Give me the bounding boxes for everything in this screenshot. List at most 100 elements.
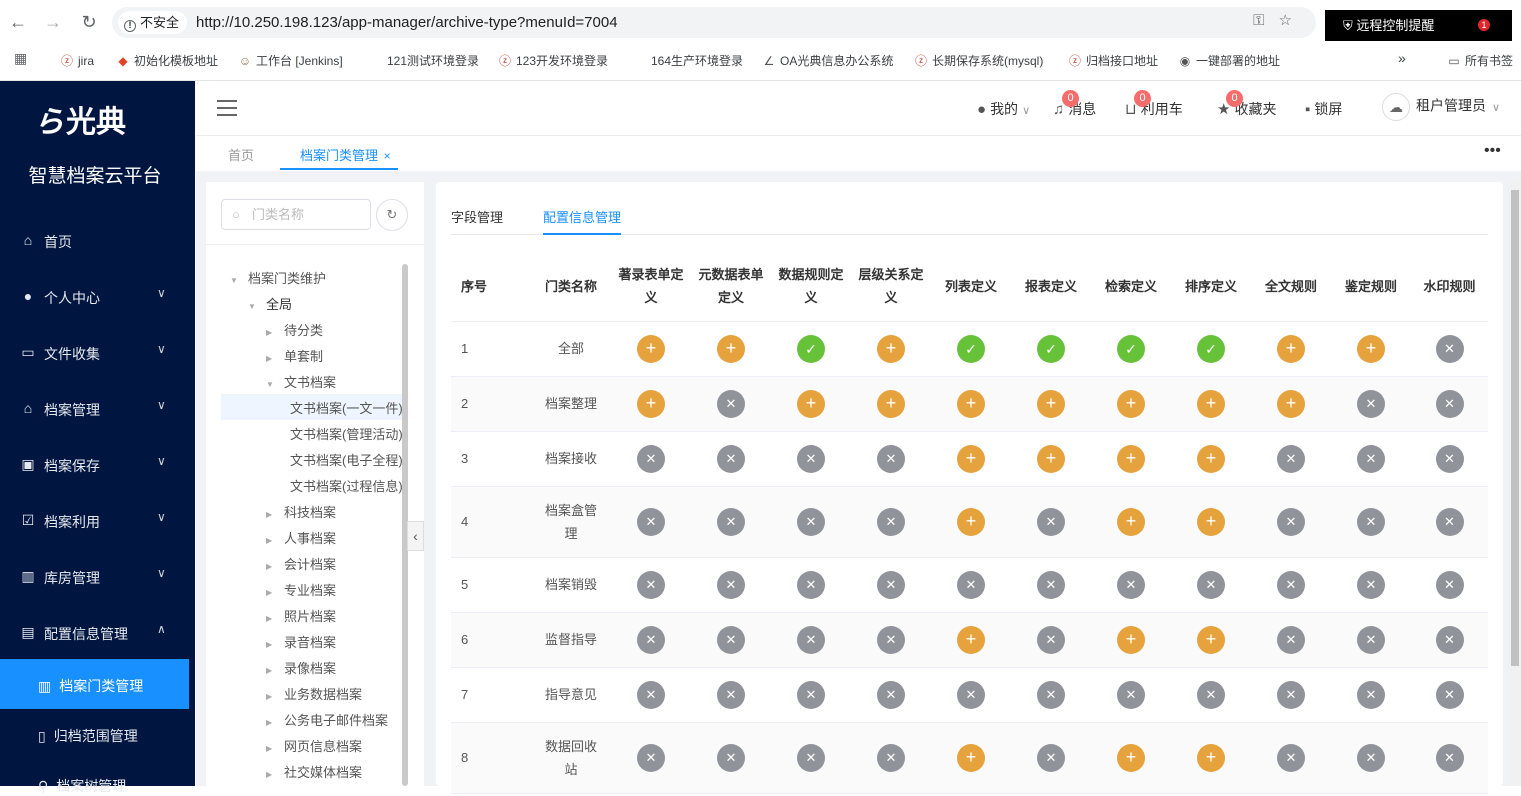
cross-icon[interactable]: ✕ (1435, 680, 1464, 709)
cross-icon[interactable]: ✕ (1037, 743, 1065, 772)
plus-icon[interactable]: + (877, 389, 905, 418)
bookmark-deploy[interactable]: ◉ 一键部署的地址 (1178, 52, 1280, 69)
tree-node[interactable]: ▶ 照片档案 (266, 606, 336, 625)
refresh-button[interactable]: ↻ (376, 199, 408, 231)
category-search-input[interactable]: ○ 门类名称 (221, 199, 371, 230)
cross-icon[interactable]: ✕ (1435, 743, 1464, 772)
hamburger-icon[interactable] (217, 100, 237, 116)
tree-node[interactable]: ▶ 社交媒体档案 (266, 762, 362, 781)
cross-icon[interactable]: ✕ (797, 743, 825, 772)
bookmark-164[interactable]: 164生产环境登录 (651, 52, 743, 69)
cross-icon[interactable]: ✕ (717, 507, 745, 536)
cross-icon[interactable]: ✕ (717, 389, 745, 418)
cross-icon[interactable]: ✕ (1117, 680, 1145, 709)
plus-icon[interactable]: + (1117, 507, 1145, 536)
tree-node[interactable]: ▼ 档案门类维护 (230, 268, 326, 287)
more-icon[interactable]: ••• (1484, 142, 1501, 160)
expand-arrow-icon[interactable]: ▶ (266, 536, 278, 545)
mine-menu[interactable]: ● 我的 ∨ (977, 99, 1030, 119)
cross-icon[interactable]: ✕ (957, 680, 985, 709)
plus-icon[interactable]: + (957, 507, 985, 536)
messages-button[interactable]: ♫ 0 消息 (1053, 90, 1096, 119)
plus-icon[interactable]: + (957, 625, 985, 654)
plus-icon[interactable]: + (1197, 743, 1225, 772)
cross-icon[interactable]: ✕ (1037, 680, 1065, 709)
tree-node[interactable]: 文书档案(一文一件) (284, 398, 402, 417)
cross-icon[interactable]: ✕ (797, 680, 825, 709)
address-bar[interactable]: ! 不安全 http://10.250.198.123/app-manager/a… (112, 7, 1316, 38)
tree-node[interactable]: 文书档案(过程信息) (284, 476, 402, 495)
cross-icon[interactable]: ✕ (877, 625, 905, 654)
expand-arrow-icon[interactable]: ▶ (266, 770, 278, 779)
plus-icon[interactable]: + (1037, 389, 1065, 418)
cross-icon[interactable]: ✕ (1037, 570, 1065, 599)
tree-node[interactable]: ▶ 网页信息档案 (266, 736, 362, 755)
cross-icon[interactable]: ✕ (717, 743, 745, 772)
forward-icon[interactable]: → (41, 10, 65, 34)
cross-icon[interactable]: ✕ (797, 625, 825, 654)
cross-icon[interactable]: ✕ (1357, 570, 1385, 599)
url-text[interactable]: http://10.250.198.123/app-manager/archiv… (196, 7, 618, 38)
expand-arrow-icon[interactable]: ▶ (266, 354, 278, 363)
cross-icon[interactable]: ✕ (797, 444, 825, 473)
cross-icon[interactable]: ✕ (1277, 743, 1305, 772)
menu-archive-manage[interactable]: ⌂ 档案管理 ∨ (0, 398, 195, 456)
tree-node[interactable]: ▶ 录像档案 (266, 658, 336, 677)
bookmark-archive-api[interactable]: ⓩ 归档接口地址 (1068, 52, 1158, 69)
check-icon[interactable]: ✓ (957, 334, 985, 363)
cross-icon[interactable]: ✕ (717, 444, 745, 473)
check-icon[interactable]: ✓ (1037, 334, 1065, 363)
cross-icon[interactable]: ✕ (637, 507, 665, 536)
cross-icon[interactable]: ✕ (637, 680, 665, 709)
tree-node[interactable]: ▶ 科技档案 (266, 502, 336, 521)
expand-arrow-icon[interactable]: ▶ (266, 328, 278, 337)
plus-icon[interactable]: + (877, 334, 905, 363)
submenu-archive-type[interactable]: ▥ 档案门类管理 (38, 676, 143, 696)
cross-icon[interactable]: ✕ (877, 444, 905, 473)
plus-icon[interactable]: + (1117, 444, 1145, 473)
cross-icon[interactable]: ✕ (877, 570, 905, 599)
cross-icon[interactable]: ✕ (1357, 680, 1385, 709)
expand-arrow-icon[interactable]: ▼ (248, 302, 260, 311)
reload-icon[interactable]: ↻ (77, 10, 101, 34)
cross-icon[interactable]: ✕ (1357, 444, 1385, 473)
cross-icon[interactable]: ✕ (1197, 570, 1225, 599)
menu-archive-use[interactable]: ☑ 档案利用 ∨ (0, 510, 195, 568)
cross-icon[interactable]: ✕ (877, 507, 905, 536)
star-icon[interactable]: ☆ (1279, 12, 1306, 29)
cross-icon[interactable]: ✕ (1197, 680, 1225, 709)
plus-icon[interactable]: + (1197, 389, 1225, 418)
tree-node[interactable]: ▶ 待分类 (266, 320, 323, 339)
cross-icon[interactable]: ✕ (1435, 570, 1464, 599)
menu-archive-save[interactable]: ▣ 档案保存 ∨ (0, 454, 195, 512)
cart-button[interactable]: ⊔ 0 利用车 (1125, 90, 1183, 119)
tree-node[interactable]: ▶ 人事档案 (266, 528, 336, 547)
plus-icon[interactable]: + (1277, 334, 1305, 363)
expand-arrow-icon[interactable]: ▼ (230, 276, 242, 285)
cross-icon[interactable]: ✕ (1277, 507, 1305, 536)
tree-node[interactable]: ▼ 全局 (248, 294, 292, 313)
submenu-archive-tree[interactable]: ⚲ 档案树管理 (38, 776, 126, 796)
plus-icon[interactable]: + (1117, 625, 1145, 654)
bookmark-oa[interactable]: ∠ OA光典信息办公系统 (762, 52, 894, 69)
tree-node[interactable]: ▶ 业务数据档案 (266, 684, 362, 703)
cross-icon[interactable]: ✕ (717, 680, 745, 709)
plus-icon[interactable]: + (1197, 625, 1225, 654)
plus-icon[interactable]: + (1117, 389, 1145, 418)
plus-icon[interactable]: + (1197, 507, 1225, 536)
cross-icon[interactable]: ✕ (1357, 625, 1385, 654)
more-bookmarks-icon[interactable]: » (1398, 50, 1406, 66)
cross-icon[interactable]: ✕ (637, 444, 665, 473)
tenant-menu[interactable]: ☁ 租户管理员 ∨ (1382, 93, 1500, 121)
cross-icon[interactable]: ✕ (877, 743, 905, 772)
menu-home[interactable]: ⌂ 首页 (0, 232, 195, 288)
expand-arrow-icon[interactable]: ▶ (266, 692, 278, 701)
plus-icon[interactable]: + (957, 389, 985, 418)
cross-icon[interactable]: ✕ (1435, 334, 1464, 363)
tab-home[interactable]: 首页 (228, 145, 254, 164)
plus-icon[interactable]: + (1037, 444, 1065, 473)
plus-icon[interactable]: + (637, 389, 665, 418)
all-bookmarks[interactable]: ▭ 所有书签 (1447, 52, 1513, 69)
plus-icon[interactable]: + (637, 334, 665, 363)
cross-icon[interactable]: ✕ (637, 743, 665, 772)
